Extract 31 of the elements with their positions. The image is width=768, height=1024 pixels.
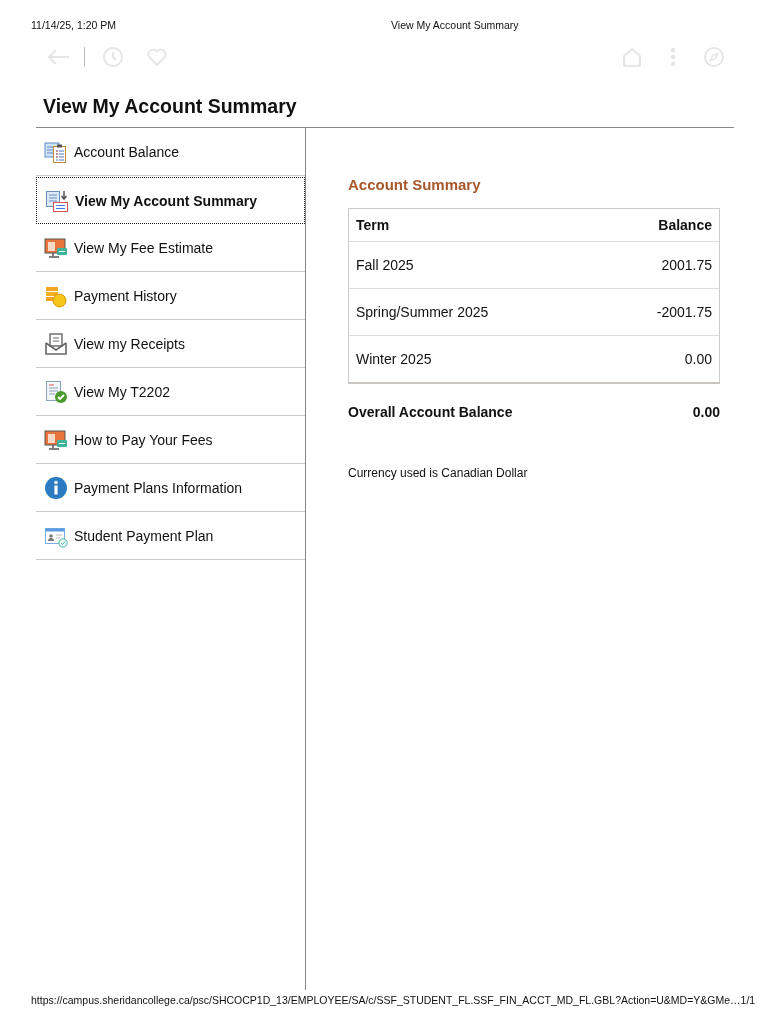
envelope-icon [44,331,68,356]
table-cell: Fall 2025 [356,257,414,273]
compass-icon[interactable] [704,47,724,67]
total-value: 0.00 [692,403,720,421]
section-title: Account Summary [348,176,482,194]
document-check-icon [44,379,68,404]
page-url: https://campus.sheridancollege.ca/psc/SHCOCP1D_13/EMPLOYEE/SA/c/SSF_STUDENT_FL.SSF_FIN_ACCT_MD_FL.GBL?Action=U&MD=Y&GMe… [31,994,741,1006]
table-cell: 2001.75 [661,257,712,273]
clock-icon[interactable] [103,47,123,67]
page-title: View My Account Summary [43,94,298,118]
document-list-icon [45,188,69,213]
table-cell: 0.00 [684,351,712,367]
currency-note: Currency used is Canadian Dollar [348,466,529,480]
monitor-icon [44,235,68,260]
column-header: Term [356,217,390,233]
clipboard-icon [44,139,68,164]
print-date: 11/14/25, 1:20 PM [31,19,118,31]
home-icon[interactable] [622,47,642,67]
page-number: 1/1 [740,994,756,1006]
total-label: Overall Account Balance [348,403,513,421]
table-cell: -2001.75 [656,304,712,320]
back-arrow-icon[interactable] [46,48,70,66]
print-title: View My Account Summary [391,19,519,31]
table-cell: Winter 2025 [356,351,432,367]
sidebar-item[interactable]: View My Account Summary [36,177,305,224]
column-header: Balance [658,217,712,233]
table-cell: Spring/Summer 2025 [356,304,489,320]
monitor-icon [44,427,68,452]
info-icon [44,475,68,500]
vertical-dots-icon[interactable] [670,47,676,67]
heart-icon[interactable] [147,48,167,66]
